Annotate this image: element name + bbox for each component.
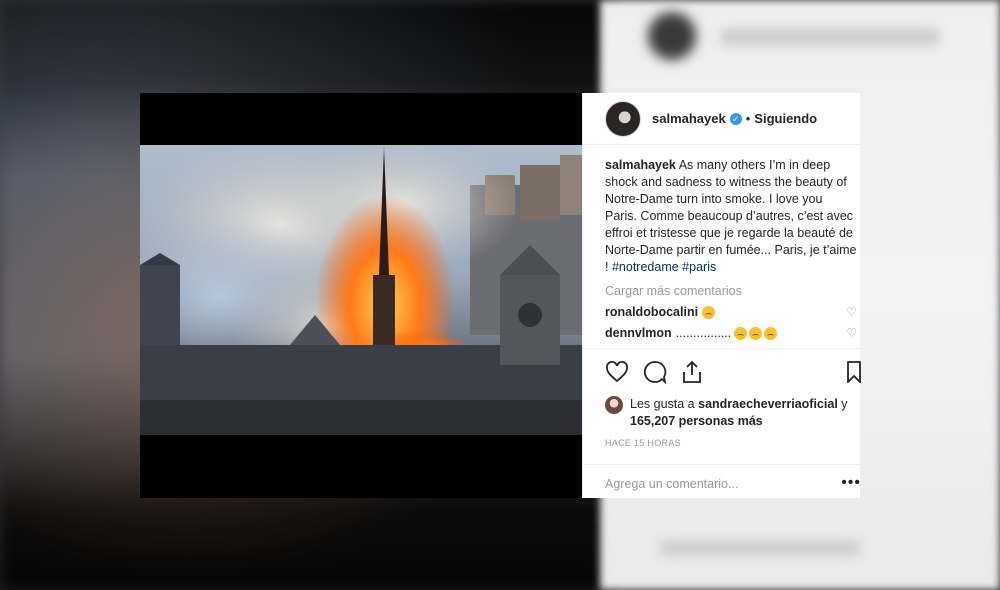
- following-button[interactable]: Siguiendo: [754, 111, 817, 126]
- comment-like-heart-icon[interactable]: ♡: [846, 326, 857, 340]
- comment-item: ronaldobocalini ♡: [605, 305, 857, 319]
- hashtag-link[interactable]: #paris: [682, 260, 716, 274]
- blurred-text: [720, 28, 940, 46]
- liker-username[interactable]: sandraecheverriaoficial: [698, 397, 838, 411]
- sad-face-emoji-icon: [764, 326, 778, 340]
- comments-section: salmahayek As many others I’m in deep sh…: [583, 145, 860, 355]
- likes-prefix: Les gusta a: [630, 397, 695, 411]
- post-username[interactable]: salmahayek: [652, 111, 726, 126]
- post-media[interactable]: [140, 93, 582, 498]
- blurred-avatar: [648, 12, 696, 60]
- avatar[interactable]: [605, 100, 641, 137]
- likes-text: Les gusta a sandraecheverriaoficial y 16…: [630, 396, 848, 430]
- caption-text: As many others I’m in deep shock and sad…: [605, 158, 857, 274]
- add-comment-placeholder[interactable]: Agrega un comentario...: [605, 477, 738, 491]
- blurred-text: [660, 540, 860, 556]
- comment-text: ................: [675, 326, 732, 340]
- notre-dame-fire-illustration: [140, 145, 582, 435]
- post-modal: salmahayek ✓ • Siguiendo salmahayek As m…: [140, 93, 861, 498]
- likes-summary: Les gusta a sandraecheverriaoficial y 16…: [605, 396, 861, 430]
- add-comment-field[interactable]: Agrega un comentario... •••: [583, 464, 861, 499]
- separator-dot: •: [745, 111, 751, 126]
- post-timestamp: HACE 15 HORAS: [605, 438, 681, 448]
- comment-author[interactable]: dennvlmon: [605, 326, 672, 340]
- more-options-icon[interactable]: •••: [841, 474, 861, 492]
- likes-joiner: y: [841, 397, 848, 411]
- liker-avatar[interactable]: [605, 396, 623, 414]
- load-more-comments-button[interactable]: Cargar más comentarios: [605, 284, 860, 298]
- post-caption: salmahayek As many others I’m in deep sh…: [605, 157, 857, 276]
- post-actions: Les gusta a sandraecheverriaoficial y 16…: [583, 348, 861, 498]
- caption-author[interactable]: salmahayek: [605, 158, 676, 172]
- comment-item: dennvlmon ................ ♡: [605, 326, 857, 340]
- heart-icon[interactable]: [605, 361, 629, 383]
- comment-like-heart-icon[interactable]: ♡: [846, 305, 857, 319]
- sad-face-emoji-icon: [749, 326, 763, 340]
- comment-author[interactable]: ronaldobocalini: [605, 305, 698, 319]
- likes-count-link[interactable]: 165,207 personas más: [630, 414, 763, 428]
- verified-icon: ✓: [729, 112, 742, 125]
- bookmark-icon[interactable]: [847, 361, 861, 383]
- post-photo: [140, 145, 582, 435]
- action-icons: [605, 357, 861, 387]
- post-sidebar: salmahayek ✓ • Siguiendo salmahayek As m…: [582, 93, 861, 498]
- hashtag-link[interactable]: #notredame: [612, 260, 679, 274]
- post-header: salmahayek ✓ • Siguiendo: [583, 93, 860, 145]
- sad-face-emoji-icon: [734, 326, 748, 340]
- sad-face-emoji-icon: [702, 305, 716, 319]
- comment-icon[interactable]: [643, 360, 667, 384]
- share-icon[interactable]: [681, 360, 703, 384]
